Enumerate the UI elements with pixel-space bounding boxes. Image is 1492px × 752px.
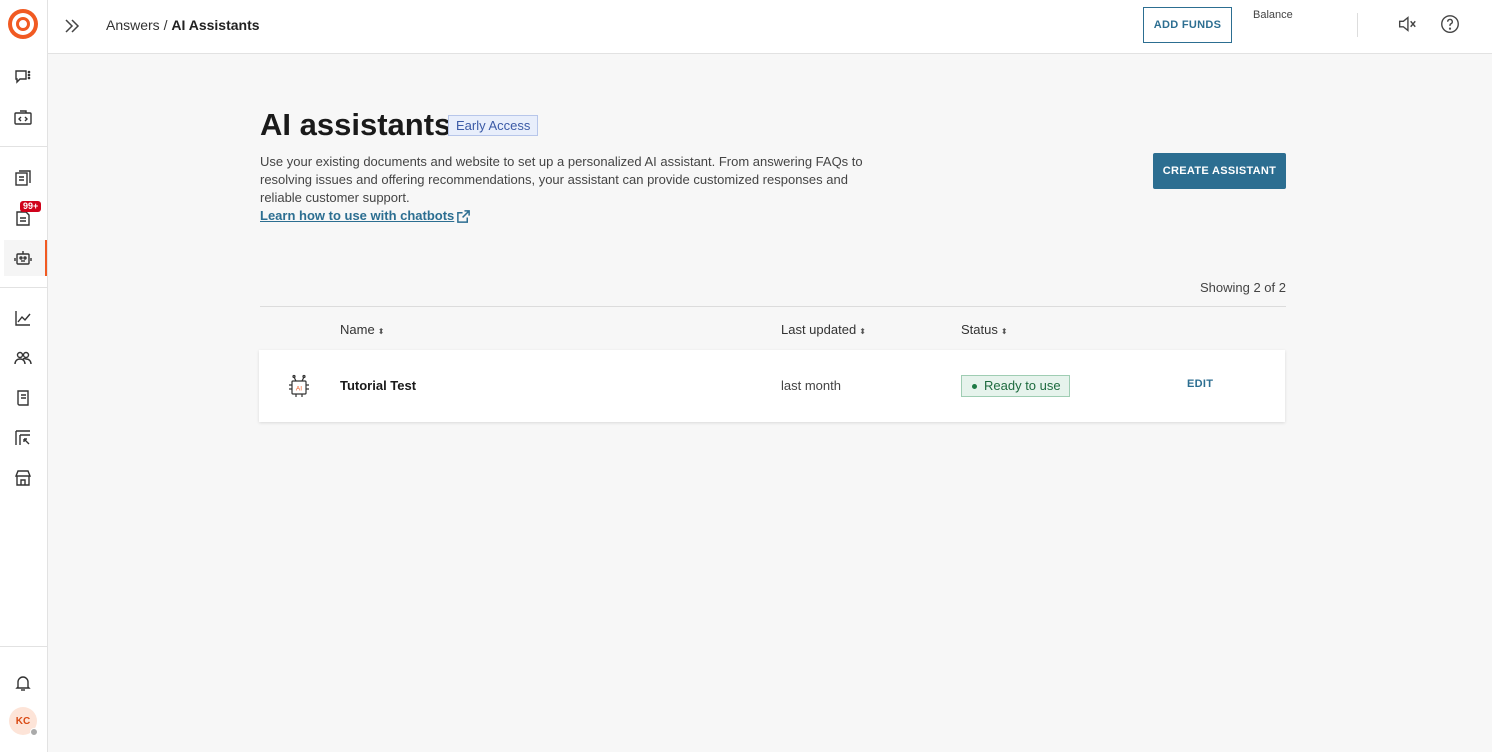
brand-logo[interactable] <box>8 9 38 39</box>
answers-icon[interactable] <box>8 163 38 193</box>
column-header-label: Status <box>961 322 998 337</box>
presence-dot <box>30 728 38 736</box>
breadcrumb-parent[interactable]: Answers <box>106 17 160 33</box>
notification-badge: 99+ <box>20 201 42 212</box>
balance-label: Balance <box>1253 9 1293 21</box>
column-header-name[interactable]: Name ⬍ <box>340 322 384 337</box>
status-badge: Ready to use <box>961 375 1070 397</box>
chat-icon[interactable] <box>8 62 38 92</box>
sidebar-divider <box>0 646 47 647</box>
sidebar-divider <box>0 287 47 288</box>
edit-button[interactable]: EDIT <box>1187 378 1213 390</box>
people-icon[interactable] <box>8 343 38 373</box>
breadcrumb-separator: / <box>163 17 168 33</box>
status-label: Ready to use <box>984 378 1061 393</box>
sort-icon: ⬍ <box>859 327 866 336</box>
showing-count: Showing 2 of 2 <box>1199 280 1286 295</box>
store-icon[interactable] <box>8 463 38 493</box>
column-header-label: Name <box>340 322 375 337</box>
column-header-last-updated[interactable]: Last updated ⬍ <box>781 322 866 337</box>
breadcrumb-current: AI Assistants <box>171 17 260 33</box>
column-header-label: Last updated <box>781 322 857 337</box>
book-icon[interactable] <box>8 383 38 413</box>
analytics-icon[interactable] <box>8 303 38 333</box>
last-updated: last month <box>781 378 841 393</box>
learn-link[interactable]: Learn how to use with chatbots <box>260 208 454 223</box>
sort-icon: ⬍ <box>377 327 385 336</box>
ai-assistant-icon[interactable] <box>8 243 38 273</box>
code-icon[interactable] <box>8 103 38 133</box>
column-header-status[interactable]: Status ⬍ <box>961 322 1008 337</box>
bell-icon[interactable] <box>8 668 38 698</box>
table-row[interactable]: AI Tutorial Test last month Ready to use… <box>259 350 1285 422</box>
flow-icon[interactable] <box>8 423 38 453</box>
external-link-icon[interactable] <box>456 209 471 224</box>
page-title: AI assistants <box>260 107 452 142</box>
svg-text:AI: AI <box>296 386 302 393</box>
breadcrumb: Answers / AI Assistants <box>106 17 260 33</box>
status-dot <box>972 384 977 389</box>
early-access-badge: Early Access <box>448 115 539 136</box>
mute-icon[interactable] <box>1396 13 1420 37</box>
assistant-name[interactable]: Tutorial Test <box>340 378 416 393</box>
topbar-divider <box>1357 13 1358 37</box>
add-funds-button[interactable]: ADD FUNDS <box>1143 7 1232 43</box>
page-description: Use your existing documents and website … <box>260 154 863 205</box>
ai-bot-icon: AI <box>285 372 313 400</box>
help-icon[interactable] <box>1439 13 1463 37</box>
sidebar-divider <box>0 146 47 147</box>
top-bar: Answers / AI Assistants ADD FUNDS Balanc… <box>48 0 1492 54</box>
sort-icon: ⬍ <box>1000 327 1008 336</box>
sidebar: 99+ KC <box>0 0 48 752</box>
table-divider <box>260 306 1286 307</box>
create-assistant-button[interactable]: CREATE ASSISTANT <box>1153 153 1286 189</box>
expand-sidebar-icon[interactable] <box>60 14 84 38</box>
